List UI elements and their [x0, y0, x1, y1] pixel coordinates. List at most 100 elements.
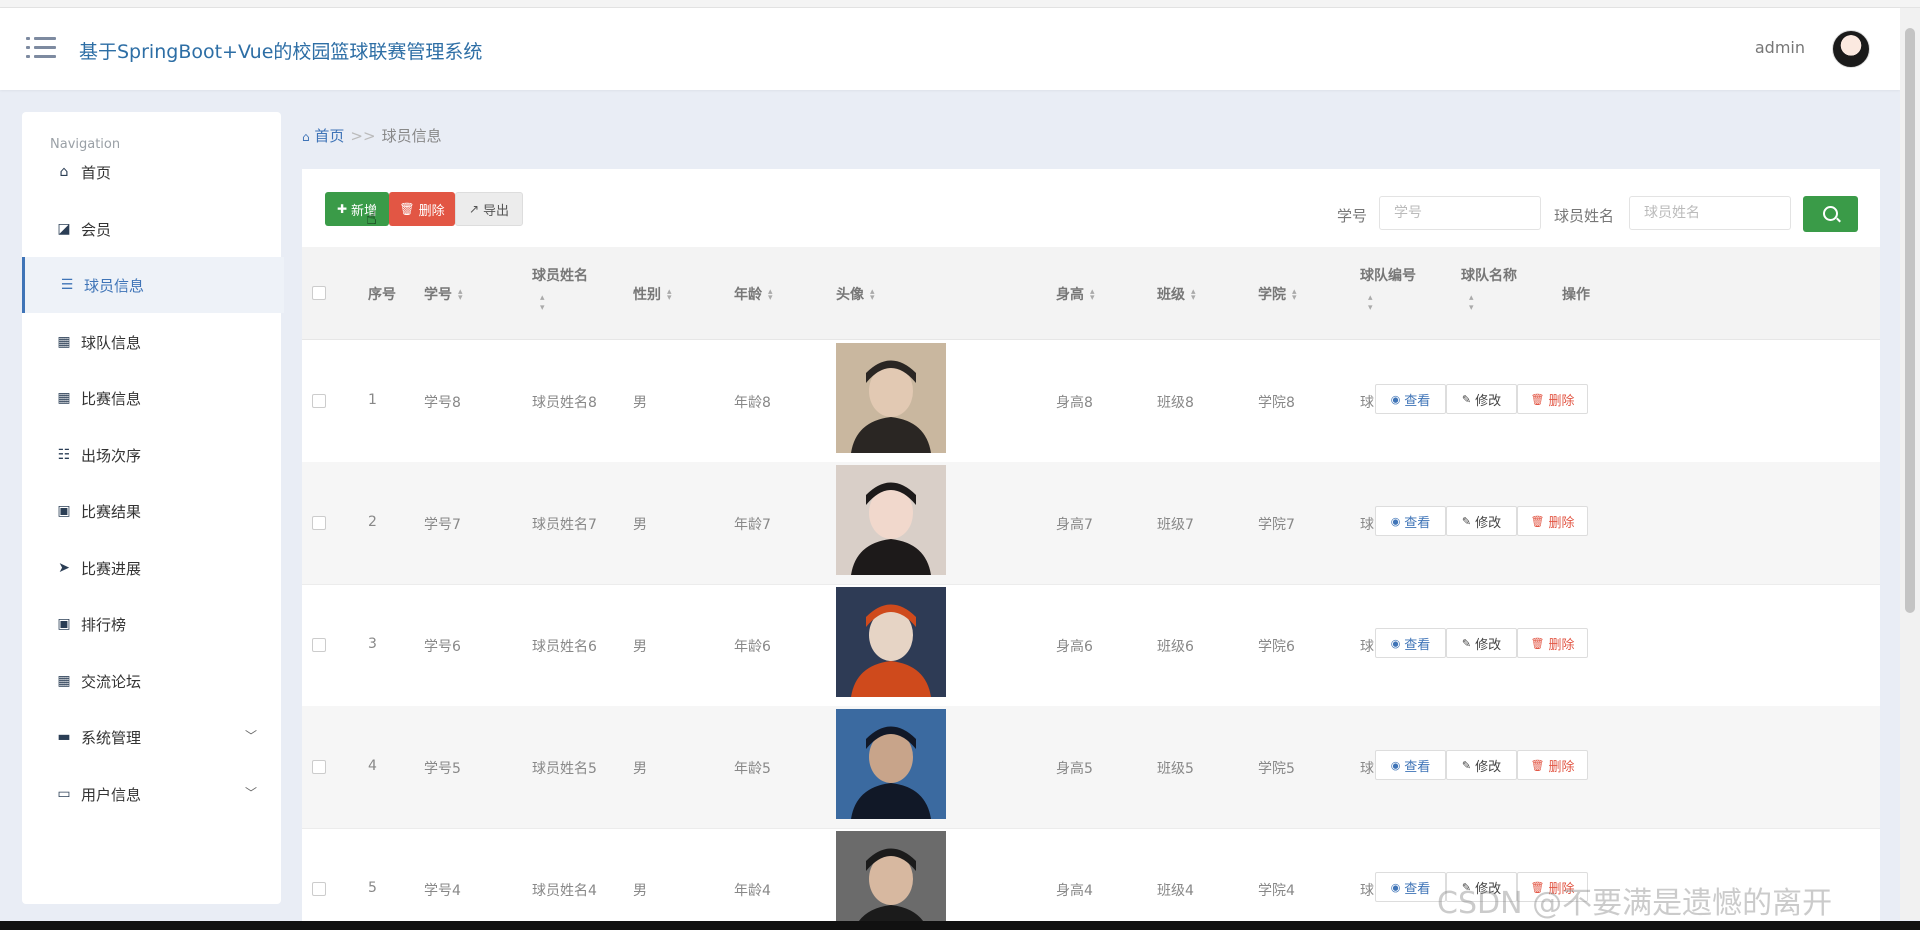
- row-checkbox[interactable]: [312, 394, 326, 408]
- home-icon: ⌂: [59, 164, 69, 180]
- external-link-icon: ↗: [468, 202, 480, 216]
- edit-button[interactable]: ✎ 修改: [1446, 750, 1517, 780]
- player-photo[interactable]: [836, 709, 946, 819]
- edit-icon: ✎: [1461, 514, 1472, 528]
- cell-player-name: 球员姓名4: [532, 883, 597, 899]
- eye-icon: ◉: [1390, 392, 1401, 406]
- col-age[interactable]: 年龄 ▴ ▾: [734, 284, 773, 304]
- sidebar-item[interactable]: ⌂ 首页: [22, 144, 281, 200]
- sidebar-item-label: 系统管理: [81, 729, 142, 747]
- player-photo[interactable]: [836, 465, 946, 575]
- player-name-label: 球员姓名: [1554, 207, 1615, 225]
- row-checkbox[interactable]: [312, 516, 326, 530]
- app-header: 基于SpringBoot+Vue的校园篮球联赛管理系统 admin: [0, 8, 1900, 90]
- cell-player-name: 球员姓名6: [532, 639, 597, 655]
- player-photo[interactable]: [836, 343, 946, 453]
- user-name[interactable]: admin: [1755, 38, 1805, 57]
- cell-index: 4: [368, 758, 377, 774]
- cell-age: 年龄4: [734, 883, 771, 899]
- edit-button[interactable]: ✎ 修改: [1446, 384, 1517, 414]
- cell-height: 身高5: [1056, 761, 1093, 777]
- menu-toggle-icon[interactable]: [26, 35, 56, 61]
- delete-button[interactable]: 🗑 删除: [1517, 628, 1588, 658]
- view-button[interactable]: ◉ 查看: [1375, 628, 1446, 658]
- edit-button[interactable]: ✎ 修改: [1446, 628, 1517, 658]
- grid-icon: ▦: [57, 390, 71, 406]
- select-all-checkbox[interactable]: [312, 286, 326, 300]
- view-button[interactable]: ◉ 查看: [1375, 384, 1446, 414]
- cell-player-name: 球员姓名7: [532, 517, 597, 533]
- col-actions: 操作: [1562, 287, 1590, 303]
- player-photo[interactable]: [836, 831, 946, 921]
- view-button[interactable]: ◉ 查看: [1375, 872, 1446, 902]
- breadcrumb-home[interactable]: ⌂ 首页: [302, 127, 344, 145]
- table-row: 4学号5球员姓名5男年龄5身高5班级5学院5球队编号5球队名称5◉查看✎修改🗑删…: [302, 706, 1880, 829]
- col-height[interactable]: 身高 ▴ ▾: [1056, 284, 1095, 304]
- cell-height: 身高7: [1056, 517, 1093, 533]
- cell-gender: 男: [633, 883, 647, 899]
- chevron-down-icon[interactable]: ﹀: [245, 727, 257, 744]
- add-button[interactable]: ✚ 新增: [325, 192, 389, 226]
- cell-class: 班级4: [1157, 883, 1194, 899]
- sidebar-item[interactable]: ▣ 比赛结果: [22, 483, 281, 539]
- page-scrollbar[interactable]: [1900, 8, 1920, 920]
- cell-college: 学院6: [1258, 639, 1295, 655]
- sidebar-item[interactable]: ☰ 球员信息: [22, 257, 284, 313]
- delete-button[interactable]: 🗑 删除: [1517, 384, 1588, 414]
- search-icon: [1823, 206, 1838, 221]
- player-name-input[interactable]: [1629, 196, 1791, 230]
- chevron-down-icon[interactable]: ﹀: [245, 784, 257, 801]
- row-checkbox[interactable]: [312, 638, 326, 652]
- col-photo[interactable]: 头像 ▴ ▾: [836, 284, 875, 304]
- sidebar-item[interactable]: ◪ 会员: [22, 201, 281, 257]
- trash-icon: 🗑: [1530, 636, 1545, 650]
- sidebar-item[interactable]: ▦ 比赛信息: [22, 370, 281, 426]
- col-class[interactable]: 班级 ▴ ▾: [1157, 284, 1196, 304]
- col-player-name[interactable]: 球员姓名 ▴ ▾: [532, 265, 588, 313]
- view-button[interactable]: ◉ 查看: [1375, 750, 1446, 780]
- row-checkbox[interactable]: [312, 760, 326, 774]
- col-team-name[interactable]: 球队名称 ▴ ▾: [1461, 265, 1517, 313]
- sidebar-item-label: 首页: [81, 164, 112, 182]
- comment-icon: ▬: [57, 729, 71, 745]
- cell-class: 班级7: [1157, 517, 1194, 533]
- avatar[interactable]: [1832, 30, 1870, 68]
- sidebar-item-label: 球员信息: [84, 277, 145, 295]
- col-student-id[interactable]: 学号 ▴ ▾: [424, 284, 463, 304]
- sidebar-item[interactable]: ▭ 用户信息 ﹀: [22, 766, 281, 822]
- sidebar-item-label: 会员: [81, 220, 112, 239]
- cell-height: 身高6: [1056, 639, 1093, 655]
- breadcrumb: ⌂ 首页 >> 球员信息: [302, 125, 442, 146]
- col-gender[interactable]: 性别 ▴ ▾: [633, 284, 672, 304]
- cell-height: 身高4: [1056, 883, 1093, 899]
- student-id-input[interactable]: [1379, 196, 1541, 230]
- col-college[interactable]: 学院 ▴ ▾: [1258, 284, 1297, 304]
- scrollbar-thumb[interactable]: [1905, 28, 1915, 613]
- search-button[interactable]: [1803, 196, 1858, 232]
- content-panel: ✚新增 🗑删除 ↗导出 学号 球员姓名 序号 学号▴▾ 球员姓名▴▾ 性别▴▾ …: [302, 169, 1880, 921]
- export-button[interactable]: ↗ 导出: [455, 192, 523, 226]
- delete-button[interactable]: 🗑 删除: [1517, 506, 1588, 536]
- cell-college: 学院5: [1258, 761, 1295, 777]
- view-button[interactable]: ◉ 查看: [1375, 506, 1446, 536]
- edit-button[interactable]: ✎ 修改: [1446, 506, 1517, 536]
- sidebar-item[interactable]: ▦ 球队信息: [22, 314, 281, 370]
- sidebar-item[interactable]: ➤ 比赛进展: [22, 540, 281, 596]
- sidebar-item[interactable]: ☷ 出场次序: [22, 427, 281, 483]
- sidebar-item-label: 球队信息: [81, 333, 142, 352]
- clipboard-x-icon: ▣: [57, 503, 71, 519]
- sidebar-item[interactable]: ▣ 排行榜: [22, 596, 281, 652]
- batch-delete-button[interactable]: 🗑 删除: [389, 192, 455, 226]
- clipboard-check-icon: ▣: [57, 616, 71, 632]
- player-photo[interactable]: [836, 587, 946, 697]
- col-team-no[interactable]: 球队编号 ▴ ▾: [1360, 265, 1416, 313]
- row-checkbox[interactable]: [312, 882, 326, 896]
- eye-icon: ◉: [1390, 880, 1401, 894]
- breadcrumb-current: 球员信息: [381, 127, 442, 145]
- delete-button[interactable]: 🗑 删除: [1517, 750, 1588, 780]
- sidebar-item[interactable]: ▬ 系统管理 ﹀: [22, 709, 281, 765]
- cell-college: 学院8: [1258, 395, 1295, 411]
- home-icon: ⌂: [302, 130, 310, 144]
- sidebar-item[interactable]: ▦ 交流论坛: [22, 653, 281, 709]
- grid-icon: ▦: [57, 672, 71, 689]
